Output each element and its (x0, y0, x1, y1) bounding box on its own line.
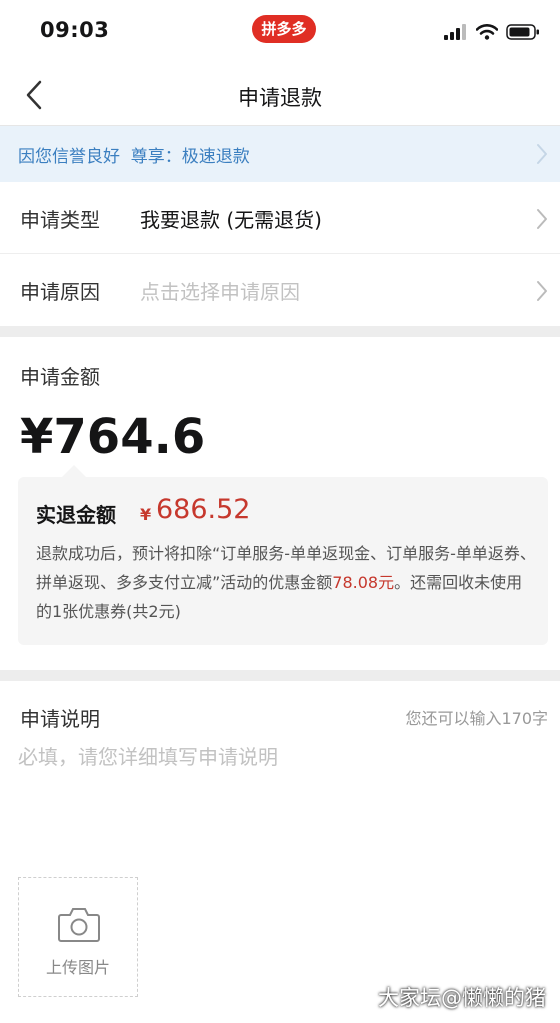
watermark: 大家坛@懒懒的猪 (378, 986, 546, 1010)
nav-bar: 申请退款 (0, 64, 560, 126)
refund-type-label: 申请类型 (20, 208, 100, 232)
chevron-right-icon (537, 209, 547, 229)
battery-icon (506, 24, 539, 40)
signal-icon (444, 24, 466, 40)
status-bar: 09:03 拼多多 (0, 0, 560, 64)
notice-text: 因您信誉良好 尊享：极速退款 (18, 147, 250, 167)
status-icons (444, 22, 540, 42)
actual-refund-title: 实退金额 (36, 503, 116, 527)
upload-image-button[interactable]: 上传图片 (18, 877, 138, 997)
refund-deduction-note: 退款成功后，预计将扣除“订单服务-单单返现金、订单服务-单单返券、拼单返现、多多… (36, 539, 536, 626)
character-counter: 您还可以输入170字 (405, 709, 548, 728)
app-badge: 拼多多 (252, 15, 316, 43)
fast-refund-notice[interactable]: 因您信誉良好 尊享：极速退款 (0, 126, 560, 182)
refund-form: 申请类型 我要退款 (无需退货) 申请原因 点击选择申请原因 (0, 182, 560, 326)
refund-reason-placeholder: 点击选择申请原因 (140, 280, 300, 304)
upload-image-label: 上传图片 (45, 958, 110, 977)
status-time: 09:03 (40, 18, 110, 42)
actual-refund-currency: ¥ (140, 505, 152, 524)
page-title: 申请退款 (238, 86, 322, 110)
actual-refund-box: 实退金额 ¥ 686.52 退款成功后，预计将扣除“订单服务-单单返现金、订单服… (18, 465, 548, 645)
refund-reason-label: 申请原因 (20, 280, 100, 304)
amount-label: 申请金额 (20, 365, 100, 389)
description-input[interactable] (18, 741, 542, 861)
chevron-right-icon (537, 281, 547, 301)
actual-refund-amount: 686.52 (156, 494, 251, 525)
refund-reason-row[interactable]: 申请原因 点击选择申请原因 (0, 254, 560, 326)
requested-amount: ¥764.6 (20, 409, 206, 465)
camera-icon (58, 908, 100, 942)
description-label: 申请说明 (20, 707, 100, 731)
refund-type-row[interactable]: 申请类型 我要退款 (无需退货) (0, 182, 560, 254)
refund-amount-card: 申请金额 ¥764.6 实退金额 ¥ 686.52 退款成功后，预计将扣除“订单… (0, 337, 560, 670)
deduction-amount: 78.08元 (332, 573, 395, 592)
refund-description-card: 申请说明 您还可以输入170字 上传图片 (0, 681, 560, 1023)
chevron-right-icon (537, 144, 547, 164)
wifi-icon (476, 24, 498, 40)
refund-type-value: 我要退款 (无需退货) (140, 208, 322, 232)
